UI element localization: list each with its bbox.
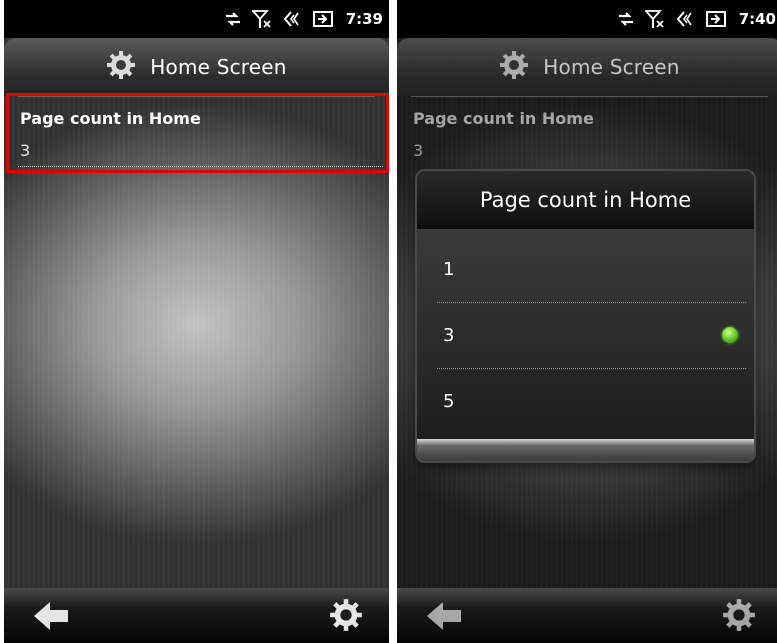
- data-sync-icon: [224, 10, 242, 28]
- option-5[interactable]: 5: [417, 369, 754, 435]
- option-1[interactable]: 1: [417, 237, 754, 303]
- volume-icon: [675, 9, 695, 29]
- gear-icon: [499, 50, 529, 85]
- page-count-dialog: Page count in Home 1 3 5: [417, 171, 754, 461]
- option-label: 5: [443, 391, 455, 412]
- dialog-footer: [417, 439, 754, 461]
- no-signal-icon: [644, 9, 665, 29]
- screen-header: Home Screen: [4, 38, 389, 96]
- highlight-box: [6, 93, 389, 173]
- option-3[interactable]: 3: [417, 303, 754, 369]
- setting-value: 3: [413, 141, 424, 160]
- no-signal-icon: [251, 9, 272, 29]
- data-sync-icon: [617, 10, 635, 28]
- option-label: 1: [443, 259, 455, 280]
- page-title: Home Screen: [543, 55, 680, 79]
- selected-radio-icon: [722, 327, 738, 343]
- option-label: 3: [443, 325, 455, 346]
- phone-screen-before: 7:39 Home Screen Page count in Home 3: [4, 0, 389, 643]
- bottom-bar: [397, 588, 777, 643]
- setting-label: Page count in Home: [413, 109, 594, 128]
- status-time: 7:39: [345, 10, 383, 28]
- content-area: Home Screen Page count in Home 3: [4, 38, 389, 588]
- status-time: 7:40: [738, 10, 776, 28]
- battery-charging-icon: [312, 9, 334, 29]
- options-list: 1 3 5: [417, 229, 754, 439]
- back-arrow-icon[interactable]: [425, 600, 465, 636]
- dialog-title: Page count in Home: [417, 171, 754, 229]
- back-arrow-icon[interactable]: [32, 600, 72, 636]
- gear-icon[interactable]: [329, 598, 363, 636]
- screen-header: Home Screen: [397, 38, 777, 96]
- battery-charging-icon: [705, 9, 727, 29]
- setting-page-count[interactable]: Page count in Home 3: [399, 93, 777, 171]
- content-area: Home Screen Page count in Home 3 Page co…: [397, 38, 777, 588]
- phone-screen-after: 7:40 Home Screen Page count in Home 3 Pa…: [397, 0, 777, 643]
- status-bar: 7:39: [4, 0, 389, 38]
- status-bar: 7:40: [397, 0, 777, 38]
- gear-icon: [106, 50, 136, 85]
- bottom-bar: [4, 588, 389, 643]
- gear-icon[interactable]: [722, 598, 756, 636]
- page-title: Home Screen: [150, 55, 287, 79]
- volume-icon: [282, 9, 302, 29]
